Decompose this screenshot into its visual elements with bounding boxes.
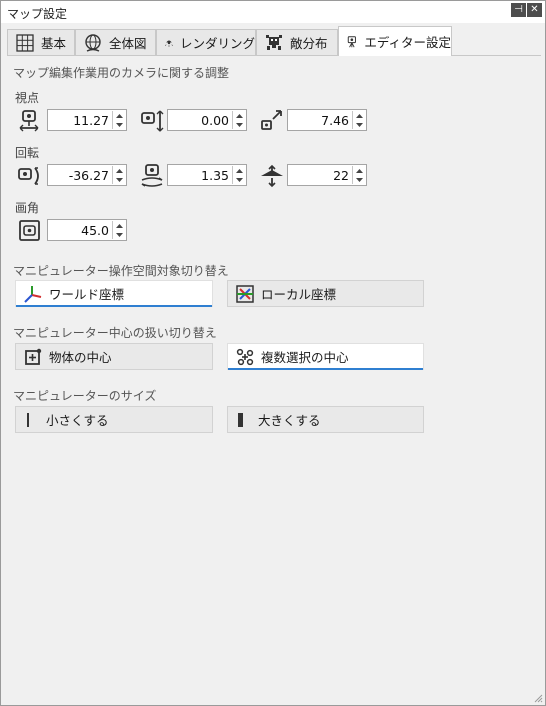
- viewpoint-y-stepper[interactable]: 0.00: [167, 109, 247, 131]
- camera-orbit-icon: [141, 164, 163, 187]
- tab-bar: 基本 全体図 レンダリング 敵分布 エディター設定: [7, 26, 541, 56]
- enemy-icon: [266, 34, 282, 50]
- stepper-value: 0.00: [201, 113, 229, 128]
- pin-icon[interactable]: ⊣: [511, 3, 526, 17]
- object-center-button[interactable]: 物体の中心: [15, 343, 213, 370]
- viewpoint-x-stepper[interactable]: 11.27: [47, 109, 127, 131]
- stepper-value: 7.46: [321, 113, 349, 128]
- tab-label: レンダリング: [179, 36, 255, 51]
- chevron-down-icon[interactable]: [235, 176, 244, 184]
- chevron-up-icon[interactable]: [235, 112, 244, 120]
- object-center-label: 物体の中心: [49, 350, 112, 365]
- tab-basic[interactable]: 基本: [7, 29, 75, 55]
- chevron-up-icon[interactable]: [355, 112, 364, 120]
- selection-center-label: 複数選択の中心: [261, 350, 349, 365]
- camera-section-heading: マップ編集作業用のカメラに関する調整: [13, 66, 230, 80]
- local-axes-icon: [236, 284, 254, 303]
- camera-person-icon: [347, 35, 356, 47]
- local-coordinates-button[interactable]: ローカル座標: [227, 280, 424, 307]
- chevron-up-icon[interactable]: [115, 222, 124, 230]
- manip-size-heading: マニピュレーターのサイズ: [13, 389, 157, 403]
- tab-editor-settings[interactable]: エディター設定: [338, 26, 452, 56]
- chevron-up-icon[interactable]: [115, 112, 124, 120]
- camera-vertical-icon: [141, 110, 164, 132]
- tab-label: 敵分布: [290, 36, 328, 51]
- map-settings-window: マップ設定 ⊣ ✕ 基本 全体図 レンダリング 敵分布 エディター設定 マップ編…: [0, 0, 546, 706]
- tab-overview[interactable]: 全体図: [75, 29, 156, 55]
- grid-icon: [16, 33, 34, 52]
- thin-bar-icon: [27, 412, 29, 427]
- rotation-pitch-stepper[interactable]: 1.35: [167, 164, 247, 186]
- chevron-down-icon[interactable]: [115, 121, 124, 129]
- rotation-yaw-stepper[interactable]: -36.27: [47, 164, 127, 186]
- chevron-up-icon[interactable]: [355, 167, 364, 175]
- manip-center-heading: マニピュレーター中心の扱い切り替え: [13, 326, 217, 340]
- close-icon[interactable]: ✕: [527, 3, 542, 17]
- chevron-down-icon[interactable]: [355, 176, 364, 184]
- tab-label: 全体図: [109, 36, 147, 51]
- object-center-icon: [25, 348, 42, 365]
- tilt-icon: [261, 164, 283, 188]
- tab-label: エディター設定: [364, 35, 451, 50]
- stepper-value: 11.27: [73, 113, 109, 128]
- rotation-tilt-stepper[interactable]: 22: [287, 164, 367, 186]
- chevron-down-icon[interactable]: [235, 121, 244, 129]
- make-bigger-label: 大きくする: [258, 413, 321, 428]
- rotation-label: 回転: [15, 146, 40, 160]
- make-bigger-button[interactable]: 大きくする: [227, 406, 424, 433]
- manip-space-heading: マニピュレーター操作空間対象切り替え: [13, 264, 229, 278]
- chevron-down-icon[interactable]: [115, 231, 124, 239]
- world-coordinates-label: ワールド座標: [49, 287, 125, 302]
- tab-enemy[interactable]: 敵分布: [256, 29, 338, 55]
- world-axes-icon: [24, 285, 42, 303]
- selection-center-button[interactable]: 複数選択の中心: [227, 343, 424, 370]
- fov-label: 画角: [15, 201, 40, 215]
- light-icon: [164, 40, 173, 47]
- stepper-value: 45.0: [81, 223, 109, 238]
- viewpoint-zoom-stepper[interactable]: 7.46: [287, 109, 367, 131]
- fov-stepper[interactable]: 45.0: [47, 219, 127, 241]
- zoom-expand-icon: [261, 110, 282, 130]
- chevron-up-icon[interactable]: [235, 167, 244, 175]
- stepper-value: 22: [333, 168, 349, 183]
- camera-rotate-icon: [18, 167, 39, 185]
- resize-grip-icon[interactable]: [533, 693, 543, 703]
- chevron-down-icon[interactable]: [355, 121, 364, 129]
- make-smaller-button[interactable]: 小さくする: [15, 406, 213, 433]
- title-bar: マップ設定 ⊣ ✕: [1, 1, 545, 23]
- camera-fov-icon: [19, 220, 40, 241]
- tab-rendering[interactable]: レンダリング: [156, 29, 256, 55]
- camera-horizontal-icon: [19, 110, 39, 132]
- multi-select-center-icon: [236, 348, 254, 365]
- stepper-value: -36.27: [68, 168, 109, 183]
- chevron-down-icon[interactable]: [115, 176, 124, 184]
- thick-bar-icon: [238, 412, 243, 427]
- stepper-value: 1.35: [201, 168, 229, 183]
- window-title: マップ設定: [7, 7, 68, 21]
- world-coordinates-button[interactable]: ワールド座標: [15, 280, 213, 307]
- globe-icon: [85, 33, 101, 52]
- tab-label: 基本: [41, 36, 67, 51]
- viewpoint-label: 視点: [15, 91, 40, 105]
- make-smaller-label: 小さくする: [46, 413, 109, 428]
- chevron-up-icon[interactable]: [115, 167, 124, 175]
- local-coordinates-label: ローカル座標: [261, 287, 337, 302]
